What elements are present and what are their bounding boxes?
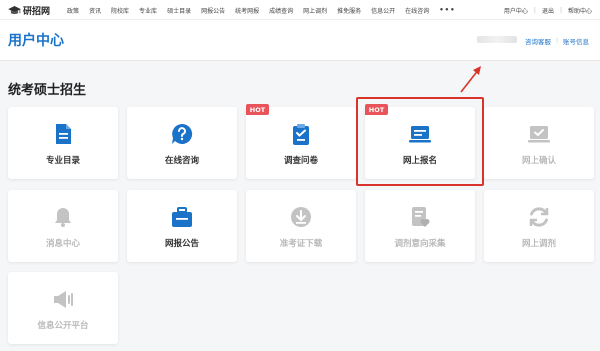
megaphone-icon	[54, 291, 73, 308]
hot-badge: HOT	[365, 104, 388, 115]
top-nav-bar: 研招网 政策 资讯 院校库 专业库 硕士目录 网报公告 统考网报 成绩查询 网上…	[0, 0, 600, 20]
nav-item-score-query[interactable]: 成绩查询	[269, 6, 293, 15]
nav-item-online-consult[interactable]: 在线咨询	[405, 6, 429, 15]
main-nav: 政策 资讯 院校库 专业库 硕士目录 网报公告 统考网报 成绩查询 网上调剂 推…	[67, 0, 456, 20]
card-label: 网上报名	[402, 156, 437, 166]
nav-item-news[interactable]: 资讯	[89, 6, 101, 15]
card-label: 网报公告	[164, 239, 199, 249]
card-label: 调查问卷	[283, 156, 318, 166]
card-label: 专业目录	[45, 156, 80, 166]
bell-icon	[55, 208, 71, 227]
nav-item-recommendation[interactable]: 推免服务	[337, 6, 361, 15]
nav-item-info-disclosure[interactable]: 信息公开	[371, 6, 395, 15]
card-registration-notice[interactable]: 网报公告	[127, 190, 237, 262]
user-links: 用户中心 | 退出 | 帮助中心	[504, 0, 592, 20]
divider: |	[559, 6, 562, 14]
consult-service-link[interactable]: 咨询客服	[525, 36, 551, 46]
card-label: 在线咨询	[164, 156, 199, 166]
site-name: 研招网	[23, 6, 51, 17]
card-online-registration[interactable]: HOT 网上报名	[365, 104, 475, 179]
section-title: 统考硕士招生	[8, 83, 87, 98]
download-icon	[291, 207, 311, 227]
page-header: 用户中心 咨询客服 | 账号信息	[0, 20, 600, 61]
help-center-link[interactable]: 帮助中心	[568, 6, 592, 15]
card-online-adjustment[interactable]: 网上调剂	[484, 190, 594, 262]
page-title: 用户中心	[8, 33, 64, 49]
card-adjustment-intention[interactable]: 调剂意向采集	[365, 190, 475, 262]
card-online-consult[interactable]: 在线咨询	[127, 107, 237, 179]
card-label: 调剂意向采集	[394, 239, 446, 249]
document-icon	[56, 124, 71, 144]
card-message-center[interactable]: 消息中心	[8, 190, 118, 262]
site-logo[interactable]: 研招网	[8, 4, 51, 17]
card-info-disclosure-platform[interactable]: 信息公开平台	[8, 272, 118, 344]
card-label: 信息公开平台	[37, 321, 89, 331]
card-label: 网上调剂	[521, 239, 556, 249]
laptop-icon	[409, 126, 431, 143]
card-major-catalog[interactable]: 专业目录	[8, 107, 118, 179]
card-admission-ticket[interactable]: 准考证下载	[246, 190, 356, 262]
nav-item-policy[interactable]: 政策	[67, 6, 79, 15]
mortarboard-icon	[8, 5, 21, 14]
user-center-link[interactable]: 用户中心	[504, 6, 528, 15]
laptop-check-icon	[528, 126, 550, 143]
divider: |	[556, 36, 559, 44]
form-heart-icon	[412, 207, 430, 227]
refresh-icon	[529, 207, 549, 227]
nav-item-online-adjustment[interactable]: 网上调剂	[303, 6, 327, 15]
divider: |	[533, 6, 536, 14]
card-label: 准考证下载	[279, 239, 323, 249]
nav-item-schools[interactable]: 院校库	[111, 6, 129, 15]
annotation-arrow-icon	[460, 66, 481, 93]
card-online-confirmation[interactable]: 网上确认	[484, 107, 594, 179]
clipboard-check-icon	[293, 124, 309, 145]
redacted-username	[477, 36, 517, 43]
nav-more-button[interactable]: •••	[439, 6, 455, 14]
card-label: 消息中心	[45, 239, 80, 249]
briefcase-icon	[172, 207, 192, 227]
nav-item-master-catalog[interactable]: 硕士目录	[167, 6, 191, 15]
hot-badge: HOT	[246, 104, 269, 115]
nav-item-announcements[interactable]: 网报公告	[201, 6, 225, 15]
account-info-link[interactable]: 账号信息	[563, 36, 589, 46]
logout-link[interactable]: 退出	[542, 6, 554, 15]
nav-item-exam-registration[interactable]: 统考网报	[235, 6, 259, 15]
nav-item-majors[interactable]: 专业库	[139, 6, 157, 15]
chat-question-icon	[172, 123, 193, 144]
card-label: 网上确认	[521, 156, 556, 166]
card-survey[interactable]: HOT 调查问卷	[246, 104, 356, 179]
